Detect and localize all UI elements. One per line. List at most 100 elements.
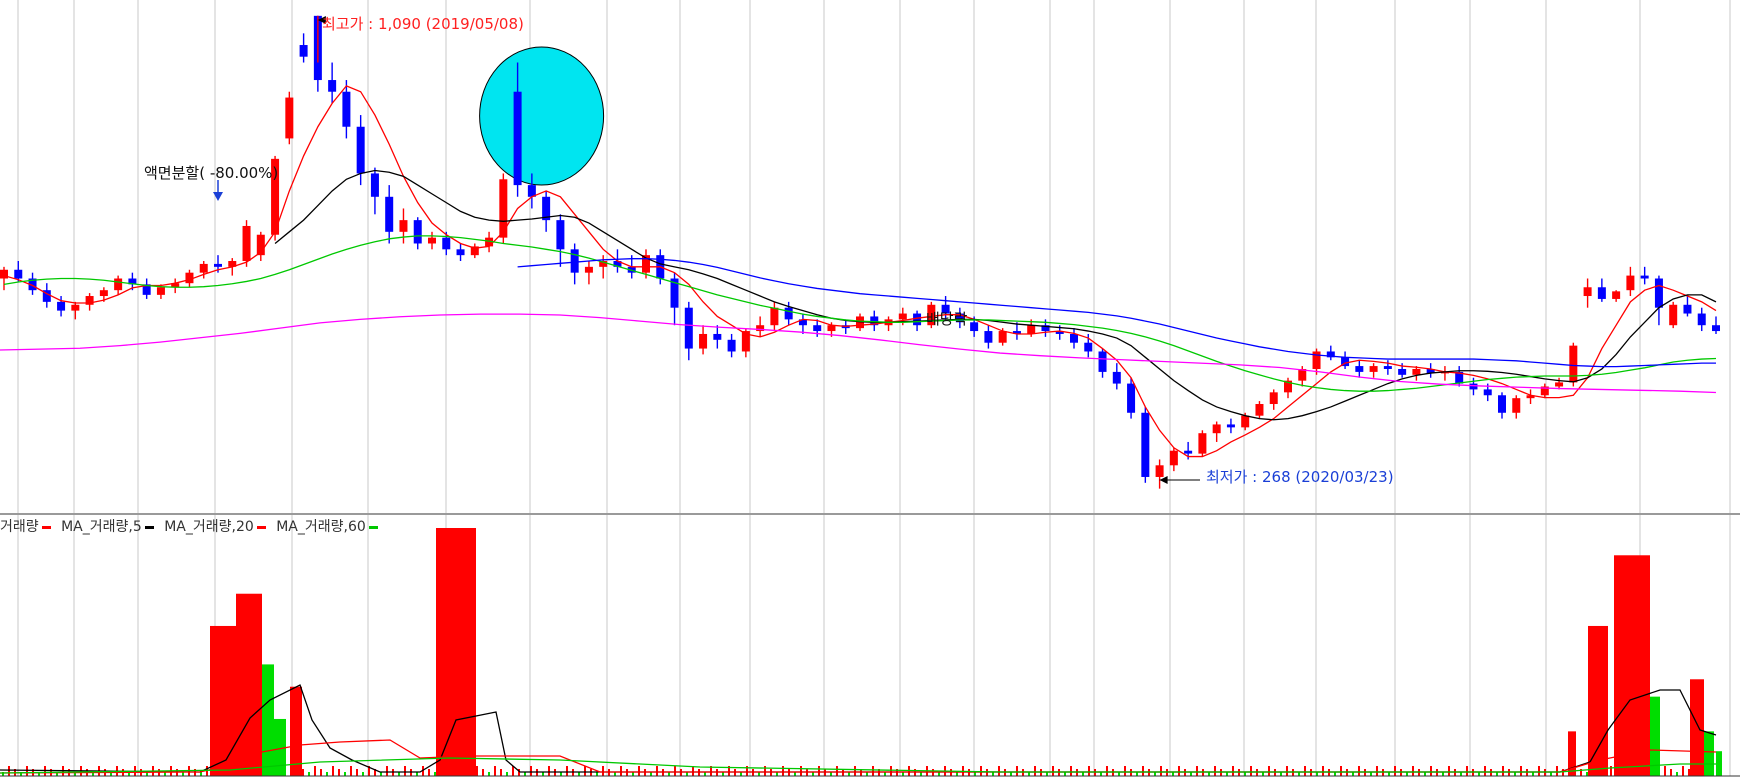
candle-body	[114, 278, 123, 291]
candle-body	[399, 220, 408, 232]
candle-body	[185, 272, 194, 284]
candle-body	[57, 301, 66, 311]
candle-body	[970, 322, 979, 332]
volume-bar	[1070, 766, 1072, 776]
low-price-annotation: 최저가 : 268 (2020/03/23)	[1206, 468, 1394, 486]
candle-body	[1212, 424, 1221, 434]
volume-bar	[428, 769, 430, 776]
volume-bar	[1322, 766, 1324, 776]
volume-bar	[548, 766, 550, 776]
volume-bar	[1682, 766, 1684, 776]
candle-body	[913, 313, 922, 326]
candle-body	[1169, 450, 1178, 466]
stock-chart	[0, 0, 1740, 777]
candle-body	[1098, 351, 1107, 372]
candle-body	[1269, 392, 1278, 405]
volume-bar	[302, 769, 304, 776]
volume-bar	[620, 766, 622, 776]
volume-bar	[386, 766, 388, 776]
volume-bar	[1340, 766, 1342, 776]
volume-bar	[1358, 766, 1360, 776]
volume-bar	[1178, 766, 1180, 776]
volume-bar	[566, 766, 568, 776]
candle-body	[1027, 325, 1036, 334]
candle-body	[727, 339, 736, 352]
volume-bar	[1160, 766, 1162, 776]
candle-body	[285, 97, 294, 139]
volume-bar	[1034, 766, 1036, 776]
stock-split-annotation: 액면분할( -80.00%)	[144, 164, 279, 182]
volume-bar	[1670, 769, 1672, 776]
candle-body	[1683, 304, 1692, 314]
volume-bar	[1214, 766, 1216, 776]
candle-body	[370, 173, 379, 197]
ma-line	[517, 258, 1716, 368]
volume-bar	[1250, 766, 1252, 776]
candle-body	[1555, 382, 1564, 387]
volume-bar	[1588, 625, 1608, 776]
volume-bar	[236, 593, 262, 776]
ex-dividend-annotation: 배당락	[926, 310, 968, 328]
candle-body	[328, 80, 337, 92]
volume-bar	[980, 766, 982, 776]
volume-bar	[692, 766, 694, 776]
volume-bar	[1088, 766, 1090, 776]
volume-bar	[362, 772, 364, 776]
volume-bar	[320, 769, 322, 776]
candle-body	[1469, 383, 1478, 390]
candle-body	[413, 220, 422, 244]
volume-bar	[800, 766, 802, 776]
candle-body	[1654, 278, 1663, 308]
volume-bar	[1520, 766, 1522, 776]
candle-body	[356, 126, 365, 174]
candle-body	[684, 307, 693, 349]
volume-bar	[1448, 766, 1450, 776]
candle-body	[1226, 424, 1235, 428]
candle-body	[1597, 287, 1606, 299]
candle-body	[513, 91, 522, 186]
volume-bar	[782, 766, 784, 776]
legend-volume: 거래량	[0, 519, 39, 535]
volume-bar	[356, 769, 358, 776]
volume-bar	[434, 772, 436, 776]
candle-body	[1127, 383, 1136, 413]
candle-body	[570, 249, 579, 273]
volume-bar	[338, 769, 340, 776]
candle-body	[71, 304, 80, 311]
volume-bar	[1688, 769, 1690, 776]
volume-bar	[436, 528, 476, 776]
volume-bar	[1052, 766, 1054, 776]
volume-bar	[494, 766, 496, 776]
volume-bar	[854, 766, 856, 776]
volume-bar	[512, 766, 514, 776]
candle-body	[214, 263, 222, 267]
candle-body	[1383, 366, 1392, 369]
volume-bar	[308, 772, 310, 776]
candle-body	[456, 249, 465, 256]
volume-bar	[1502, 766, 1504, 776]
candle-body	[1155, 465, 1164, 477]
candle-body	[99, 290, 108, 297]
candle-body	[1369, 366, 1378, 372]
candle-body	[299, 45, 308, 57]
candle-body	[699, 333, 708, 349]
volume-bar	[818, 766, 820, 776]
volume-bar	[262, 664, 274, 776]
candle-body	[1483, 389, 1492, 396]
volume-bar	[602, 766, 604, 776]
candle-body	[1070, 333, 1078, 343]
candle-body	[1640, 275, 1649, 279]
candle-body	[1612, 291, 1621, 299]
low-arrowhead	[1159, 476, 1168, 484]
volume-bar	[1196, 766, 1198, 776]
candle-body	[1141, 412, 1150, 477]
volume-bar	[872, 766, 874, 776]
volume-bar	[1538, 766, 1540, 776]
volume-bar	[1106, 766, 1108, 776]
volume-bar	[1016, 766, 1018, 776]
volume-bar	[8, 766, 10, 776]
candle-body	[1398, 368, 1407, 375]
volume-bar	[1586, 772, 1588, 776]
volume-bar	[998, 766, 1000, 776]
candle-body	[1198, 433, 1207, 454]
